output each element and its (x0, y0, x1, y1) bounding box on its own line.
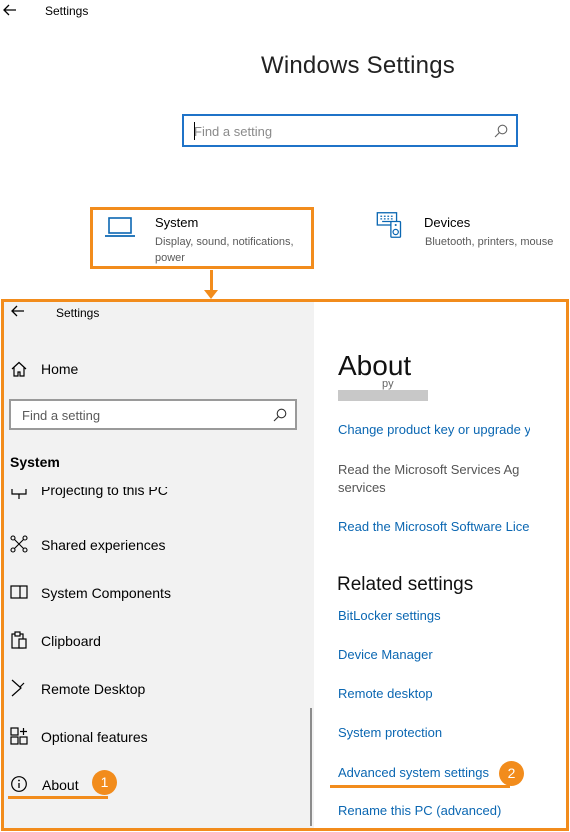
window-title: Settings (56, 306, 100, 320)
tile-devices-title[interactable]: Devices (424, 215, 470, 230)
highlight-frame (1, 299, 569, 831)
search-icon[interactable] (494, 124, 508, 138)
link-remote-desktop[interactable]: Remote desktop (338, 686, 433, 701)
search-placeholder: Find a setting (22, 408, 101, 423)
search-input[interactable]: Find a setting (182, 114, 518, 147)
home-icon[interactable] (10, 360, 28, 378)
page-title: Windows Settings (261, 52, 455, 79)
info-icon (11, 776, 27, 792)
clipboard-icon (11, 631, 27, 649)
tile-system-subtitle: Display, sound, notifications, (155, 236, 294, 248)
step-badge-1: 1 (92, 770, 117, 795)
nav-item-projecting[interactable]: Projecting to this PC (41, 487, 168, 503)
tile-system-subtitle-2: power (155, 252, 185, 264)
search-input[interactable]: Find a setting (9, 399, 297, 430)
link-change-product-key[interactable]: Change product key or upgrade your editi… (338, 422, 530, 437)
about-highlight-underline (8, 796, 108, 799)
system-components-icon (10, 585, 28, 599)
devices-icon (376, 212, 402, 238)
optional-features-icon (10, 727, 28, 745)
tile-devices-subtitle: Bluetooth, printers, mouse (425, 236, 554, 248)
laptop-icon (105, 217, 135, 237)
projecting-icon (11, 489, 27, 499)
section-label: System (10, 454, 60, 470)
remote-desktop-icon (11, 679, 25, 697)
link-software-license[interactable]: Read the Microsoft Software License Term… (338, 519, 530, 534)
tile-system-title: System (155, 215, 199, 230)
about-heading: About (338, 350, 412, 381)
back-arrow-icon[interactable] (10, 304, 26, 318)
shared-experiences-icon (10, 535, 28, 553)
link-rename-this-pc[interactable]: Rename this PC (advanced) (338, 803, 501, 818)
advanced-highlight-underline (330, 785, 510, 788)
nav-item-remote-desktop[interactable]: Remote Desktop (41, 681, 145, 697)
link-bitlocker-settings[interactable]: BitLocker settings (338, 608, 441, 623)
connector-arrow-line (210, 270, 213, 292)
nav-home[interactable]: Home (41, 361, 78, 377)
services-text-2: services (338, 480, 386, 495)
link-device-manager[interactable]: Device Manager (338, 647, 433, 662)
search-placeholder: Find a setting (194, 124, 273, 139)
redacted-bar (338, 390, 428, 401)
step-badge-2: 2 (499, 761, 524, 786)
redacted-text-fragment: py (382, 378, 394, 390)
related-settings-heading: Related settings (337, 574, 474, 595)
nav-item-about[interactable]: About (42, 777, 79, 793)
link-system-protection[interactable]: System protection (338, 725, 442, 740)
search-icon[interactable] (273, 408, 287, 422)
nav-item-label: Projecting to this PC (41, 487, 168, 498)
connector-arrow-head (204, 290, 218, 299)
link-advanced-system-settings[interactable]: Advanced system settings (338, 765, 489, 780)
nav-item-clipboard[interactable]: Clipboard (41, 633, 101, 649)
nav-item-system-components[interactable]: System Components (41, 585, 171, 601)
back-arrow-icon[interactable] (2, 2, 18, 18)
nav-item-optional-features[interactable]: Optional features (41, 729, 148, 745)
window-title: Settings (45, 4, 89, 18)
services-text: Read the Microsoft Services Ag (338, 462, 520, 477)
nav-item-shared-experiences[interactable]: Shared experiences (41, 537, 166, 553)
